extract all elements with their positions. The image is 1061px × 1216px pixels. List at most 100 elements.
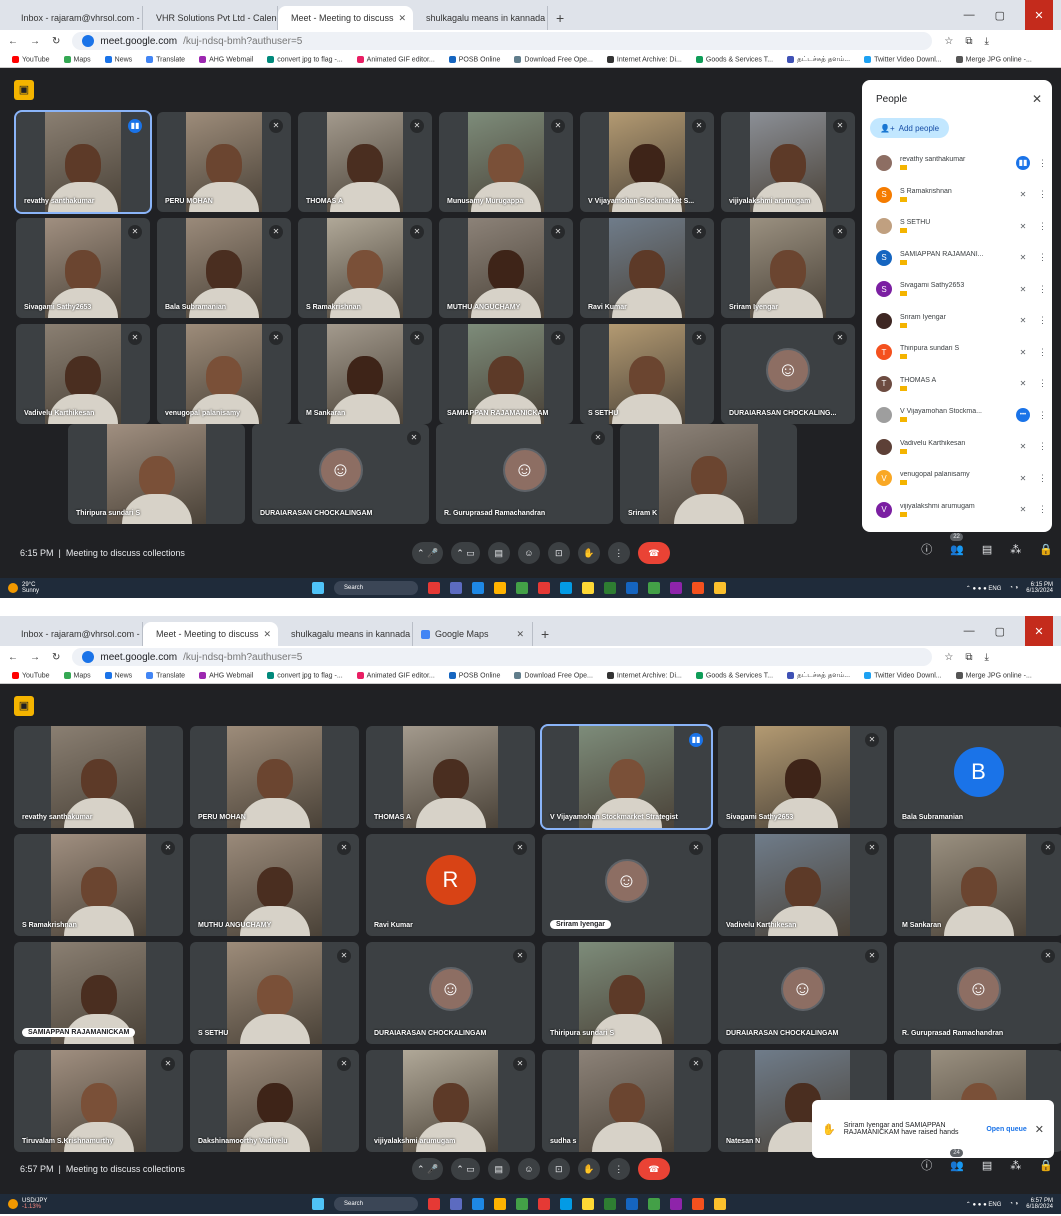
back-icon[interactable]: ← — [8, 652, 18, 663]
weather-widget[interactable]: 29°C Sunny — [8, 582, 39, 594]
open-queue-button[interactable]: Open queue — [986, 1126, 1026, 1133]
participant-tile[interactable]: Thiripura sundari S — [542, 942, 711, 1044]
participant-tile[interactable]: ✕ M Sankaran — [894, 834, 1061, 936]
mic-off-icon[interactable]: ✕ — [1016, 316, 1030, 325]
participant-tile[interactable]: ✕ S SETHU — [190, 942, 359, 1044]
camera-button[interactable]: ⌃ ▭ — [451, 542, 480, 564]
mic-button[interactable]: ⌃ 🎤 — [412, 1158, 444, 1180]
mic-off-icon[interactable]: ✕ — [1016, 474, 1030, 483]
taskbar-app-icon[interactable] — [450, 1198, 462, 1210]
bookmark-item[interactable]: Animated GIF editor... — [356, 55, 435, 63]
window-close-icon[interactable]: ✕ — [1025, 0, 1053, 30]
participant-tile[interactable]: ✕ M Sankaran — [298, 324, 432, 424]
download-icon[interactable]: ⤓ — [985, 36, 989, 47]
browser-tab[interactable]: Inbox - rajaram@vhrsol.com - ✕ — [8, 6, 143, 30]
tab-close-icon[interactable]: ✕ — [516, 629, 524, 640]
back-icon[interactable]: ← — [8, 36, 18, 47]
participant-tile[interactable]: ☺ ✕ DURAIARASAN CHOCKALINGAM — [366, 942, 535, 1044]
close-icon[interactable]: ✕ — [1032, 92, 1042, 106]
participant-row[interactable]: Vvenugopal palanisamy ✕ ⋮ — [876, 463, 1047, 493]
participant-tile[interactable]: ✕ SAMIAPPAN RAJAMANICKAM — [439, 324, 573, 424]
participant-tile[interactable]: ✕ S Ramakrishnan — [298, 218, 432, 318]
speaking-icon[interactable]: ▮▮ — [1016, 156, 1030, 170]
leave-call-button[interactable]: ☎ — [637, 1158, 670, 1180]
participant-tile[interactable]: ✕ V Vijayamohan Stockmarket S... — [580, 112, 714, 212]
taskbar-search[interactable]: Search — [334, 1197, 418, 1211]
taskbar-search[interactable]: Search — [334, 581, 418, 595]
participant-row[interactable]: T Thiripura sundari S ✕ ⋮ — [876, 337, 1047, 367]
extensions-icon[interactable]: ⧉ — [965, 652, 972, 663]
reload-icon[interactable]: ↻ — [52, 36, 60, 47]
file-explorer-icon[interactable] — [494, 582, 506, 594]
bookmark-item[interactable]: AHG Webmail — [199, 55, 253, 63]
bookmark-item[interactable]: Twitter Video Downl... — [864, 55, 942, 63]
participant-row[interactable]: S S Ramakrishnan ✕ ⋮ — [876, 180, 1047, 210]
participant-tile[interactable]: ▮▮ revathy santhakumar — [14, 110, 152, 214]
bookmark-item[interactable]: Download Free Ope... — [514, 671, 593, 679]
emoji-button[interactable]: ☺ — [517, 542, 540, 564]
chrome-icon[interactable] — [714, 582, 726, 594]
bookmark-item[interactable]: Merge JPG online -... — [955, 55, 1032, 63]
people-icon[interactable]: 👥 22 — [950, 532, 964, 556]
participant-tile[interactable]: ✕ MUTHU ANGUCHAMY — [190, 834, 359, 936]
participant-tile[interactable]: ☺ ✕ Sriram Iyengar — [542, 834, 711, 936]
bookmark-item[interactable]: தட்டச்சுத் தளம்... — [787, 55, 850, 64]
raise-hand-button[interactable]: ✋ — [577, 542, 600, 564]
participant-tile[interactable]: B Bala Subramanian — [894, 726, 1061, 828]
participant-row[interactable]: S SETHU ✕ ⋮ — [876, 211, 1047, 241]
browser-tab[interactable]: shulkagalu means in kannada -✕ — [278, 622, 413, 646]
mic-button[interactable]: ⌃ 🎤 — [412, 542, 444, 564]
maximize-icon[interactable]: ▢ — [995, 9, 1005, 22]
captions-button[interactable]: ▤ — [487, 542, 510, 564]
taskbar-app-icon[interactable] — [626, 1198, 638, 1210]
wifi-icon[interactable]: ◔ ◑ — [1009, 585, 1018, 591]
filezilla-icon[interactable] — [538, 1198, 550, 1210]
bookmark-item[interactable]: News — [104, 55, 132, 63]
star-icon[interactable]: ☆ — [944, 652, 953, 663]
bookmark-item[interactable]: Download Free Ope... — [514, 55, 593, 63]
bookmark-item[interactable]: YouTube — [12, 671, 50, 679]
bookmark-item[interactable]: AHG Webmail — [199, 671, 253, 679]
row-menu-icon[interactable]: ⋮ — [1038, 473, 1047, 484]
participant-tile[interactable]: revathy santhakumar — [14, 726, 183, 828]
wifi-icon[interactable]: ◔ ◑ — [1009, 1201, 1018, 1207]
browser-tab[interactable]: VHR Solutions Pvt Ltd - Calend✕ — [143, 6, 278, 30]
participant-tile[interactable]: ✕ venugopal palanisamy — [157, 324, 291, 424]
activities-icon[interactable]: ⁂ — [1010, 1159, 1021, 1172]
participant-tile[interactable]: ✕ Sivagami Sathy2653 — [16, 218, 150, 318]
taskbar-app-icon[interactable] — [582, 1198, 594, 1210]
participant-tile[interactable]: SAMIAPPAN RAJAMANICKAM — [14, 942, 183, 1044]
bookmark-item[interactable]: convert jpg to flag -... — [267, 671, 343, 679]
row-menu-icon[interactable]: ⋮ — [1038, 221, 1047, 232]
raise-hand-button[interactable]: ✋ — [577, 1158, 600, 1180]
participant-tile[interactable]: ✕ S SETHU — [580, 324, 714, 424]
participant-tile[interactable]: ✕ S Ramakrishnan — [14, 834, 183, 936]
file-explorer-icon[interactable] — [494, 1198, 506, 1210]
participant-tile[interactable]: PERU MOHAN — [190, 726, 359, 828]
tab-close-icon[interactable]: ✕ — [399, 13, 407, 24]
row-menu-icon[interactable]: ⋮ — [1038, 284, 1047, 295]
windows-start-icon[interactable] — [312, 582, 324, 594]
participant-tile[interactable]: ✕ Dakshinamoorthy Vadivelu — [190, 1050, 359, 1152]
row-menu-icon[interactable]: ⋮ — [1038, 252, 1047, 263]
mic-off-icon[interactable]: ✕ — [1016, 505, 1030, 514]
taskbar-app-icon[interactable] — [450, 582, 462, 594]
row-menu-icon[interactable]: ⋮ — [1038, 504, 1047, 515]
taskbar-app-icon[interactable] — [670, 1198, 682, 1210]
participant-tile[interactable]: ✕ Vadivelu Karthikesan — [16, 324, 150, 424]
row-menu-icon[interactable]: ⋮ — [1038, 189, 1047, 200]
new-tab-icon[interactable]: + — [548, 6, 572, 30]
participant-row[interactable]: S Sivagami Sathy2653 ✕ ⋮ — [876, 274, 1047, 304]
bookmark-item[interactable]: Translate — [146, 671, 185, 679]
participant-tile[interactable]: ☺ ✕ DURAIARASAN CHOCKALING... — [721, 324, 855, 424]
browser-tab[interactable]: shulkagalu means in kannada -✕ — [413, 6, 548, 30]
minimize-icon[interactable]: — — [964, 9, 975, 21]
taskbar-app-icon[interactable] — [516, 582, 528, 594]
mic-off-icon[interactable]: ✕ — [1016, 442, 1030, 451]
participant-tile[interactable]: ✕ Bala Subramanian — [157, 218, 291, 318]
participant-row[interactable]: V Vijayamohan Stockma... ••• ⋮ — [876, 400, 1047, 430]
new-tab-icon[interactable]: + — [533, 622, 557, 646]
mic-off-icon[interactable]: ✕ — [1016, 285, 1030, 294]
participant-tile[interactable]: ☺ ✕ DURAIARASAN CHOCKALINGAM — [252, 424, 429, 524]
download-icon[interactable]: ⤓ — [985, 652, 989, 663]
